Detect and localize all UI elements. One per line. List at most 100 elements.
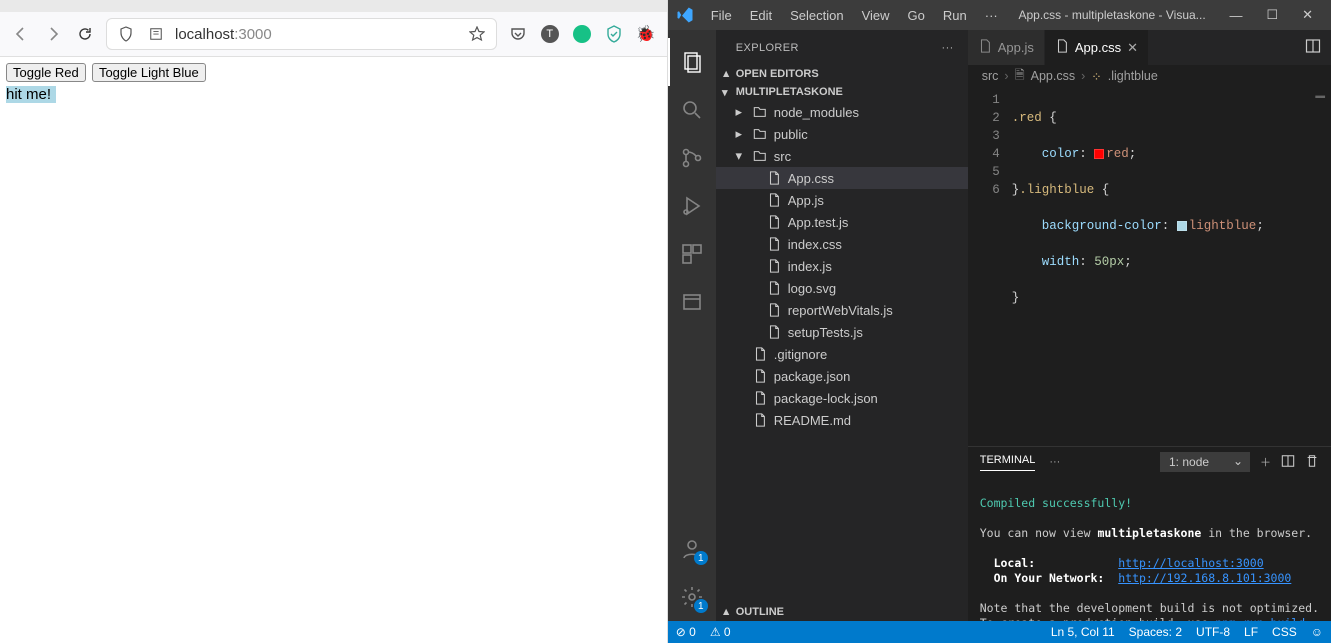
toggle-red-button[interactable]: Toggle Red <box>6 63 86 82</box>
menu-run[interactable]: Run <box>936 5 974 26</box>
file-index-js[interactable]: index.js <box>716 255 968 277</box>
tree-item-label: index.css <box>788 237 842 252</box>
menu-edit[interactable]: Edit <box>743 5 779 26</box>
breadcrumb-item[interactable]: App.css <box>1031 69 1075 83</box>
activity-scm-icon[interactable] <box>668 134 716 182</box>
status-encoding[interactable]: UTF-8 <box>1196 625 1230 639</box>
bookmark-star-icon[interactable] <box>466 23 488 45</box>
panel-tab-terminal[interactable]: TERMINAL <box>980 454 1036 471</box>
breadcrumb-item[interactable]: .lightblue <box>1108 69 1158 83</box>
file-app-css[interactable]: App.css <box>716 167 968 189</box>
activity-settings-icon[interactable]: 1 <box>668 573 716 621</box>
panel-more-icon[interactable]: ··· <box>1049 456 1060 468</box>
vscode-logo-icon <box>676 6 694 24</box>
section-open-editors[interactable]: ▸ OPEN EDITORS <box>716 65 968 83</box>
code-editor[interactable]: 1 2 3 4 5 6 .red { color: red; }.lightbl… <box>968 87 1331 446</box>
chevron-right-icon: › <box>1004 69 1008 83</box>
section-outline[interactable]: ▸ OUTLINE <box>716 603 968 621</box>
file-readme-md[interactable]: README.md <box>716 409 968 431</box>
menu-go[interactable]: Go <box>901 5 932 26</box>
status-language[interactable]: CSS <box>1272 625 1297 639</box>
line-number-gutter: 1 2 3 4 5 6 <box>968 87 1012 446</box>
window-close[interactable]: ✕ <box>1292 3 1323 27</box>
new-terminal-icon[interactable]: ＋ <box>1260 454 1271 470</box>
toggle-lightblue-button[interactable]: Toggle Light Blue <box>92 63 206 82</box>
tab-label: App.js <box>998 40 1034 55</box>
menu-view[interactable]: View <box>855 5 897 26</box>
ext-icon-4[interactable]: 🐞 <box>635 23 657 45</box>
file-app-test-js[interactable]: App.test.js <box>716 211 968 233</box>
menu-more[interactable]: ··· <box>978 5 1005 26</box>
terminal-dropdown[interactable]: 1: node <box>1160 452 1250 472</box>
folder-src[interactable]: ▾src <box>716 145 968 167</box>
tree-item-label: package.json <box>774 369 851 384</box>
url-host: localhost <box>175 26 234 43</box>
file-icon: 🗎 <box>1015 66 1025 87</box>
terminal-output[interactable]: Compiled successfully! You can now view … <box>968 477 1331 621</box>
folder-icon <box>752 127 768 141</box>
file-package-lock-json[interactable]: package-lock.json <box>716 387 968 409</box>
status-spaces[interactable]: Spaces: 2 <box>1129 625 1182 639</box>
window-minimize[interactable]: — <box>1219 4 1252 27</box>
minimap[interactable]: ▂▂ <box>1315 89 1325 99</box>
close-icon[interactable]: ✕ <box>1127 40 1138 56</box>
reload-button[interactable] <box>74 23 96 45</box>
menu-selection[interactable]: Selection <box>783 5 850 26</box>
activity-explorer-icon[interactable] <box>668 38 716 86</box>
status-eol[interactable]: LF <box>1244 625 1258 639</box>
code-content[interactable]: .red { color: red; }.lightblue { backgro… <box>1012 87 1331 446</box>
tree-item-label: reportWebVitals.js <box>788 303 893 318</box>
file-setuptests-js[interactable]: setupTests.js <box>716 321 968 343</box>
breadcrumb-item[interactable]: src <box>982 69 999 83</box>
status-feedback-icon[interactable]: ☺ <box>1311 625 1323 639</box>
kill-terminal-icon[interactable] <box>1305 454 1319 471</box>
activity-debug-icon[interactable] <box>668 182 716 230</box>
pocket-icon[interactable] <box>507 23 529 45</box>
file-index-css[interactable]: index.css <box>716 233 968 255</box>
tree-item-label: public <box>774 127 808 142</box>
tab-app-js[interactable]: App.js <box>968 30 1045 65</box>
menu-file[interactable]: File <box>704 5 739 26</box>
ext-icon-1[interactable]: T <box>539 23 561 45</box>
color-swatch-red <box>1094 149 1104 159</box>
ext-icon-3[interactable] <box>603 23 625 45</box>
section-project-root[interactable]: ▾ MULTIPLETASKONE <box>716 83 968 101</box>
activity-bar: 1 1 <box>668 30 716 621</box>
url-port: :3000 <box>234 26 272 43</box>
status-ln-col[interactable]: Ln 5, Col 11 <box>1051 625 1115 639</box>
ext-icon-2[interactable] <box>571 23 593 45</box>
browser-window: localhost:3000 T 🐞 Toggle Red Toggle Lig… <box>0 0 668 643</box>
explorer-sidebar: EXPLORER ··· ▸ OPEN EDITORS ▾ MULTIPLETA… <box>716 30 968 621</box>
symbol-icon: ⁘ <box>1091 69 1101 84</box>
folder-node_modules[interactable]: ▸node_modules <box>716 101 968 123</box>
file--gitignore[interactable]: .gitignore <box>716 343 968 365</box>
explorer-title: EXPLORER <box>736 42 799 54</box>
activity-extensions-icon[interactable] <box>668 230 716 278</box>
window-maximize[interactable]: ☐ <box>1256 3 1288 27</box>
tree-item-label: node_modules <box>774 105 859 120</box>
editor-tabs: App.js App.css ✕ <box>968 30 1331 65</box>
status-errors[interactable]: ⊘ 0 <box>676 625 696 639</box>
folder-icon <box>752 105 768 119</box>
status-bar: ⊘ 0 ⚠ 0 Ln 5, Col 11 Spaces: 2 UTF-8 LF … <box>668 621 1331 643</box>
tab-app-css[interactable]: App.css ✕ <box>1045 30 1149 65</box>
chevron-down-icon: ▾ <box>718 85 732 99</box>
split-terminal-icon[interactable] <box>1281 454 1295 471</box>
activity-misc-icon[interactable] <box>668 278 716 326</box>
file-reportwebvitals-js[interactable]: reportWebVitals.js <box>716 299 968 321</box>
explorer-more-icon[interactable]: ··· <box>942 42 954 54</box>
breadcrumbs[interactable]: src › 🗎 App.css › ⁘ .lightblue <box>968 65 1331 87</box>
activity-search-icon[interactable] <box>668 86 716 134</box>
outline-label: OUTLINE <box>736 606 784 618</box>
folder-public[interactable]: ▸public <box>716 123 968 145</box>
forward-button[interactable] <box>42 23 64 45</box>
status-warnings[interactable]: ⚠ 0 <box>710 625 731 639</box>
back-button[interactable] <box>10 23 32 45</box>
split-editor-icon[interactable] <box>1305 38 1321 57</box>
activity-accounts-icon[interactable]: 1 <box>668 525 716 573</box>
file-package-json[interactable]: package.json <box>716 365 968 387</box>
chevron-right-icon: › <box>1081 69 1085 83</box>
address-bar[interactable]: localhost:3000 <box>106 18 497 50</box>
file-logo-svg[interactable]: logo.svg <box>716 277 968 299</box>
file-app-js[interactable]: App.js <box>716 189 968 211</box>
